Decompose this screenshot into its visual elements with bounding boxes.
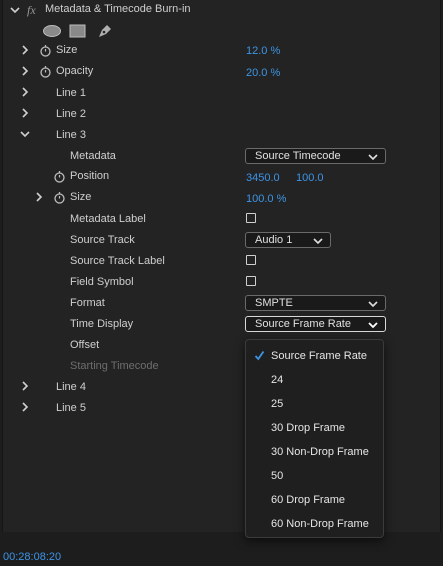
source-track-label-checkbox[interactable]: [246, 255, 256, 265]
menu-item-30-drop-frame[interactable]: 30 Drop Frame: [246, 416, 383, 440]
menu-item-24[interactable]: 24: [246, 368, 383, 392]
source-track-label-label: Source Track Label: [70, 255, 165, 267]
line3-size-value[interactable]: 100.0 %: [246, 193, 286, 205]
menu-item-label: 30 Drop Frame: [271, 422, 345, 434]
field-symbol-label: Field Symbol: [70, 276, 134, 288]
field-symbol-checkbox[interactable]: [246, 276, 256, 286]
menu-item-label: 30 Non-Drop Frame: [271, 446, 369, 458]
chevron-down-icon: [368, 299, 378, 311]
chevron-right-icon[interactable]: [33, 191, 45, 203]
size-label: Size: [56, 44, 78, 56]
menu-item-30-non-drop-frame[interactable]: 30 Non-Drop Frame: [246, 440, 383, 464]
chevron-right-icon[interactable]: [19, 65, 31, 77]
metadata-label-checkbox[interactable]: [246, 213, 256, 223]
position-x-value[interactable]: 3450.0: [246, 172, 280, 184]
position-row: Position 3450.0 100.0: [3, 166, 442, 187]
source-track-dropdown-value: Audio 1: [255, 234, 293, 246]
position-label: Position: [70, 170, 110, 182]
format-dropdown-value: SMPTE: [255, 297, 293, 309]
source-track-row: Source Track Audio 1: [3, 229, 442, 250]
menu-item-label: 60 Drop Frame: [271, 494, 345, 506]
time-display-label: Time Display: [70, 318, 134, 330]
menu-item-label: 25: [271, 398, 284, 410]
chevron-down-icon[interactable]: [9, 4, 21, 16]
chevron-right-icon[interactable]: [19, 380, 31, 392]
fx-icon[interactable]: fx: [27, 3, 36, 18]
format-label: Format: [70, 297, 105, 309]
starting-timecode-label: Starting Timecode: [70, 360, 159, 372]
chevron-down-icon: [368, 320, 378, 332]
source-track-dropdown[interactable]: Audio 1: [245, 232, 331, 248]
line3-label: Line 3: [56, 129, 86, 141]
source-track-label-row: Source Track Label: [3, 250, 442, 271]
line2-row[interactable]: Line 2: [3, 103, 442, 124]
format-dropdown[interactable]: SMPTE: [245, 295, 386, 311]
ellipse-mask-icon[interactable]: [42, 24, 62, 41]
time-display-dropdown-value: Source Frame Rate: [255, 318, 351, 330]
line4-label: Line 4: [56, 381, 86, 393]
line3-size-row: Size 100.0 %: [3, 187, 442, 208]
metadata-label-row: Metadata Label: [3, 208, 442, 229]
size-row: Size 12.0 %: [3, 40, 442, 61]
chevron-right-icon[interactable]: [19, 86, 31, 98]
menu-item-25[interactable]: 25: [246, 392, 383, 416]
menu-item-label: Source Frame Rate: [271, 350, 367, 362]
metadata-label: Metadata: [70, 150, 116, 162]
line5-label: Line 5: [56, 402, 86, 414]
metadata-dropdown[interactable]: Source Timecode: [245, 148, 386, 164]
menu-item-60-non-drop-frame[interactable]: 60 Non-Drop Frame: [246, 512, 383, 536]
checkmark-icon: [254, 350, 265, 364]
line1-row[interactable]: Line 1: [3, 82, 442, 103]
position-y-value[interactable]: 100.0: [296, 172, 324, 184]
stopwatch-icon[interactable]: [53, 170, 66, 183]
line1-label: Line 1: [56, 87, 86, 99]
menu-item-50[interactable]: 50: [246, 464, 383, 488]
menu-item-label: 60 Non-Drop Frame: [271, 518, 369, 530]
metadata-row: Metadata Source Timecode: [3, 145, 442, 166]
menu-item-source-frame-rate[interactable]: Source Frame Rate: [246, 344, 383, 368]
metadata-dropdown-value: Source Timecode: [255, 150, 341, 162]
time-display-dropdown[interactable]: Source Frame Rate: [245, 316, 386, 332]
stopwatch-icon[interactable]: [53, 191, 66, 204]
metadata-label-label: Metadata Label: [70, 213, 146, 225]
menu-item-label: 24: [271, 374, 284, 386]
line3-size-label: Size: [70, 191, 92, 203]
opacity-value[interactable]: 20.0 %: [246, 67, 280, 79]
time-display-menu: Source Frame Rate 24 25 30 Drop Frame 30…: [245, 339, 384, 538]
offset-label: Offset: [70, 339, 100, 351]
chevron-right-icon[interactable]: [19, 44, 31, 56]
current-timecode[interactable]: 00:28:08:20: [3, 551, 61, 563]
field-symbol-row: Field Symbol: [3, 271, 442, 292]
chevron-right-icon[interactable]: [19, 107, 31, 119]
size-value[interactable]: 12.0 %: [246, 45, 280, 57]
rectangle-mask-icon[interactable]: [69, 24, 86, 41]
stopwatch-icon[interactable]: [39, 65, 52, 78]
effect-title: Metadata & Timecode Burn-in: [45, 3, 191, 15]
chevron-down-icon: [368, 152, 378, 164]
chevron-down-icon: [313, 236, 323, 248]
format-row: Format SMPTE: [3, 292, 442, 313]
opacity-row: Opacity 20.0 %: [3, 61, 442, 82]
mask-tools-row: [3, 21, 442, 42]
opacity-label: Opacity: [56, 65, 94, 77]
chevron-right-icon[interactable]: [19, 401, 31, 413]
menu-item-60-drop-frame[interactable]: 60 Drop Frame: [246, 488, 383, 512]
line3-row[interactable]: Line 3: [3, 124, 442, 145]
stopwatch-icon[interactable]: [39, 44, 52, 57]
menu-item-label: 50: [271, 470, 284, 482]
source-track-label: Source Track: [70, 234, 135, 246]
line2-label: Line 2: [56, 108, 86, 120]
time-display-row: Time Display Source Frame Rate: [3, 313, 442, 334]
chevron-down-icon[interactable]: [19, 128, 31, 140]
effect-header[interactable]: fx Metadata & Timecode Burn-in: [3, 0, 442, 21]
